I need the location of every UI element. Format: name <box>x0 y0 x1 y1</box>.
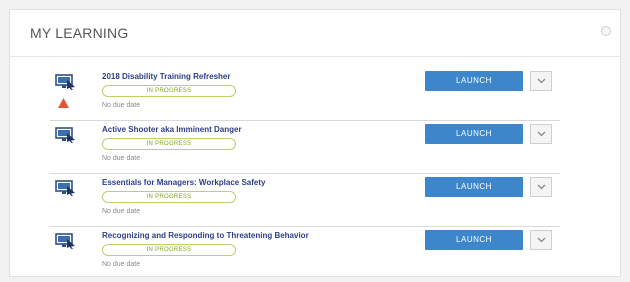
status-badge: IN PROGRESS <box>102 85 236 97</box>
course-title[interactable]: Active Shooter aka Imminent Danger <box>102 125 242 134</box>
panel-title: MY LEARNING <box>30 25 129 41</box>
course-title[interactable]: Essentials for Managers: Workplace Safet… <box>102 178 265 187</box>
launch-button[interactable]: LAUNCH <box>425 71 523 91</box>
warning-icon <box>58 95 69 108</box>
computer-course-icon <box>55 74 77 90</box>
chevron-down-icon <box>537 131 546 137</box>
computer-course-icon <box>55 233 77 249</box>
due-date: No due date <box>102 208 141 215</box>
more-options-button[interactable] <box>530 230 552 250</box>
launch-button[interactable]: LAUNCH <box>425 177 523 197</box>
chevron-down-icon <box>537 78 546 84</box>
chevron-down-icon <box>537 184 546 190</box>
course-row: Essentials for Managers: Workplace Safet… <box>50 174 560 227</box>
course-row: Recognizing and Responding to Threatenin… <box>50 227 560 280</box>
course-row: Active Shooter aka Imminent Danger IN PR… <box>50 121 560 174</box>
course-title[interactable]: 2018 Disability Training Refresher <box>102 72 231 81</box>
course-row: 2018 Disability Training Refresher IN PR… <box>50 68 560 121</box>
more-options-button[interactable] <box>530 124 552 144</box>
launch-button[interactable]: LAUNCH <box>425 230 523 250</box>
my-learning-panel: MY LEARNING 2018 Disability Training Ref… <box>9 9 621 277</box>
more-options-button[interactable] <box>530 71 552 91</box>
chevron-down-icon <box>537 237 546 243</box>
due-date: No due date <box>102 155 141 162</box>
more-options-button[interactable] <box>530 177 552 197</box>
computer-course-icon <box>55 127 77 143</box>
panel-header: MY LEARNING <box>10 10 620 57</box>
status-badge: IN PROGRESS <box>102 244 236 256</box>
launch-button[interactable]: LAUNCH <box>425 124 523 144</box>
due-date: No due date <box>102 102 141 109</box>
status-badge: IN PROGRESS <box>102 191 236 203</box>
status-badge: IN PROGRESS <box>102 138 236 150</box>
due-date: No due date <box>102 261 141 268</box>
course-list: 2018 Disability Training Refresher IN PR… <box>50 68 560 280</box>
course-title[interactable]: Recognizing and Responding to Threatenin… <box>102 231 309 240</box>
computer-course-icon <box>55 180 77 196</box>
collapse-icon[interactable] <box>601 26 611 36</box>
